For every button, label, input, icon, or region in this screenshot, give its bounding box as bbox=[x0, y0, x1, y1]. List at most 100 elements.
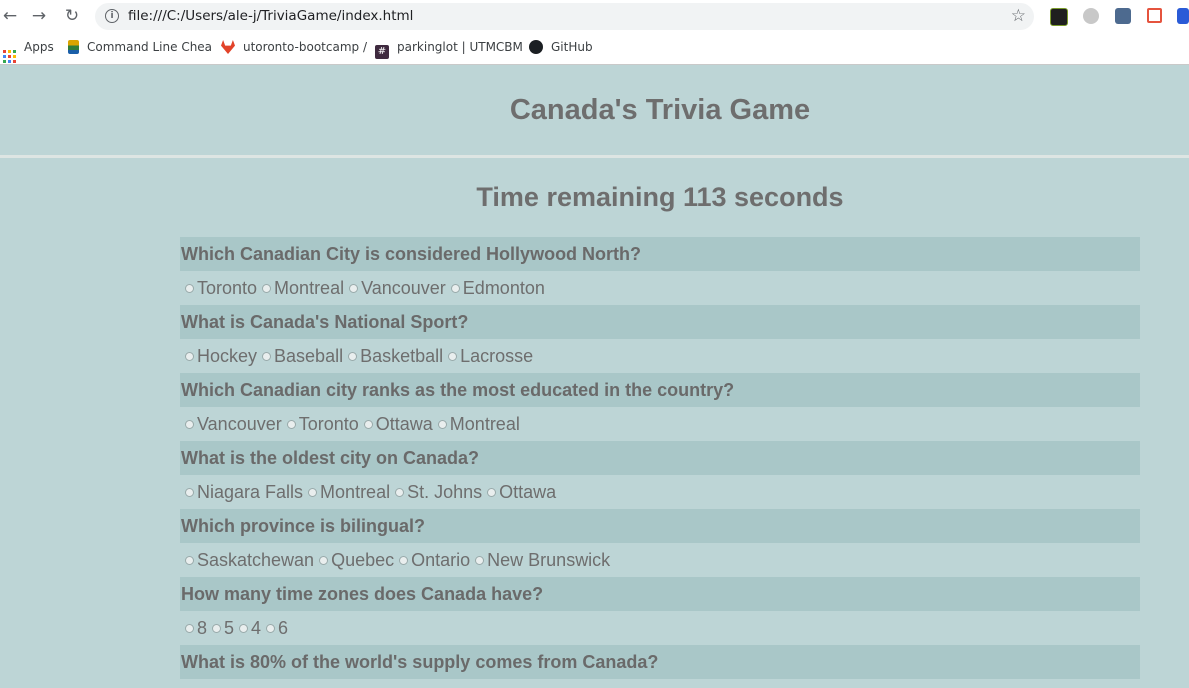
radio-button[interactable] bbox=[262, 284, 272, 293]
answer-option[interactable]: 8 bbox=[185, 611, 207, 645]
radio-button[interactable] bbox=[487, 488, 497, 497]
answer-option[interactable]: New Brunswick bbox=[475, 543, 610, 577]
page-header: Canada's Trivia Game bbox=[0, 66, 1189, 158]
answer-option[interactable]: Quebec bbox=[319, 543, 394, 577]
forward-arrow-icon[interactable]: → bbox=[29, 6, 49, 26]
address-bar[interactable]: i file:///C:/Users/ale-j/TriviaGame/inde… bbox=[95, 3, 1034, 30]
bookmark-parkinglot[interactable]: # parkinglot | UTMCBM bbox=[375, 40, 523, 59]
bookmark-apps[interactable]: Apps bbox=[3, 40, 54, 63]
question-text: Which Canadian City is considered Hollyw… bbox=[180, 237, 1140, 271]
answer-label: Vancouver bbox=[361, 278, 446, 298]
extension-gray-icon[interactable] bbox=[1083, 8, 1099, 24]
back-arrow-icon[interactable]: ← bbox=[0, 6, 20, 26]
extension-puzzle-icon[interactable] bbox=[1115, 8, 1131, 24]
radio-button[interactable] bbox=[185, 352, 194, 361]
radio-button[interactable] bbox=[212, 624, 222, 633]
answer-label: Basketball bbox=[360, 346, 444, 366]
command-line-icon bbox=[68, 40, 79, 54]
bookmark-gitlab[interactable]: utoronto-bootcamp / bbox=[221, 40, 367, 56]
answer-label: Vancouver bbox=[197, 414, 282, 434]
radio-button[interactable] bbox=[262, 352, 272, 361]
question-text: What is 80% of the world's supply comes … bbox=[180, 645, 1140, 679]
question-text: Which Canadian city ranks as the most ed… bbox=[180, 373, 1140, 407]
answer-option[interactable]: Ottawa bbox=[363, 407, 433, 441]
radio-button[interactable] bbox=[185, 284, 194, 293]
question-text: How many time zones does Canada have? bbox=[180, 577, 1140, 611]
radio-button[interactable] bbox=[239, 624, 249, 633]
answer-options: Toronto Montreal Vancouver Edmonton bbox=[180, 271, 1140, 305]
gitlab-icon bbox=[221, 40, 235, 54]
answer-label: Montreal bbox=[274, 278, 345, 298]
answer-option[interactable]: Hockey bbox=[185, 339, 257, 373]
answer-label: Baseball bbox=[274, 346, 344, 366]
answer-label: Montreal bbox=[320, 482, 391, 502]
info-icon[interactable]: i bbox=[105, 9, 119, 23]
bookmark-command-line[interactable]: Command Line Chea bbox=[68, 40, 212, 56]
bookmarks-bar: Apps Command Line Chea utoronto-bootcamp… bbox=[0, 33, 1189, 65]
answer-option[interactable]: Vancouver bbox=[185, 407, 282, 441]
answer-option[interactable]: Baseball bbox=[262, 339, 343, 373]
radio-button[interactable] bbox=[266, 624, 276, 633]
answer-label: 8 bbox=[197, 618, 208, 638]
radio-button[interactable] bbox=[363, 420, 373, 429]
answer-option[interactable]: Montreal bbox=[262, 271, 344, 305]
bookmark-label: Apps bbox=[24, 40, 54, 54]
answer-label: Ottawa bbox=[499, 482, 557, 502]
answer-option[interactable]: 4 bbox=[239, 611, 261, 645]
question-text: Which province is bilingual? bbox=[180, 509, 1140, 543]
answer-label: Toronto bbox=[197, 278, 258, 298]
radio-button[interactable] bbox=[308, 488, 318, 497]
answer-option[interactable]: Vancouver bbox=[349, 271, 446, 305]
answer-option[interactable]: Niagara Falls bbox=[185, 475, 303, 509]
answer-option[interactable]: 5 bbox=[212, 611, 234, 645]
answer-option[interactable]: Montreal bbox=[308, 475, 390, 509]
radio-button[interactable] bbox=[319, 556, 329, 565]
radio-button[interactable] bbox=[437, 420, 447, 429]
answer-label: Niagara Falls bbox=[197, 482, 304, 502]
bookmark-label: utoronto-bootcamp / bbox=[243, 40, 367, 54]
extension-blue-icon[interactable] bbox=[1177, 8, 1189, 24]
answer-label: Hockey bbox=[197, 346, 258, 366]
radio-button[interactable] bbox=[185, 624, 194, 633]
answer-label: Toronto bbox=[298, 414, 359, 434]
answer-option[interactable]: Saskatchewan bbox=[185, 543, 314, 577]
reload-icon[interactable]: ↻ bbox=[62, 6, 82, 26]
radio-button[interactable] bbox=[448, 352, 458, 361]
answer-option[interactable]: 6 bbox=[266, 611, 288, 645]
radio-button[interactable] bbox=[399, 556, 409, 565]
radio-button[interactable] bbox=[349, 284, 359, 293]
answer-option[interactable]: St. Johns bbox=[395, 475, 482, 509]
answer-option[interactable]: Montreal bbox=[437, 407, 520, 441]
radio-button[interactable] bbox=[348, 352, 358, 361]
answer-option[interactable]: Toronto bbox=[286, 407, 359, 441]
answer-option[interactable]: Lacrosse bbox=[448, 339, 533, 373]
question-text: What is Canada's National Sport? bbox=[180, 305, 1140, 339]
answer-option[interactable]: Ontario bbox=[399, 543, 470, 577]
radio-button[interactable] bbox=[395, 488, 405, 497]
radio-button[interactable] bbox=[185, 488, 194, 497]
answer-option[interactable]: Toronto bbox=[185, 271, 257, 305]
answer-option[interactable]: Basketball bbox=[348, 339, 443, 373]
bookmark-star-icon[interactable]: ☆ bbox=[1011, 6, 1026, 26]
answer-options: 8546 bbox=[180, 611, 1140, 645]
bookmark-label: parkinglot | UTMCBM bbox=[397, 40, 523, 54]
radio-button[interactable] bbox=[286, 420, 296, 429]
extension-target-icon[interactable] bbox=[1050, 8, 1068, 26]
answer-options: Niagara Falls Montreal St. Johns Ottawa bbox=[180, 475, 1140, 509]
page-title: Canada's Trivia Game bbox=[509, 94, 811, 126]
browser-toolbar: ← → ↻ i file:///C:/Users/ale-j/TriviaGam… bbox=[0, 0, 1189, 33]
extension-red-icon[interactable] bbox=[1147, 8, 1162, 23]
answer-label: Edmonton bbox=[462, 278, 545, 298]
answer-options: Saskatchewan Quebec Ontario New Brunswick bbox=[180, 543, 1140, 577]
radio-button[interactable] bbox=[185, 420, 194, 429]
url-text[interactable]: file:///C:/Users/ale-j/TriviaGame/index.… bbox=[128, 8, 413, 24]
radio-button[interactable] bbox=[185, 556, 194, 565]
radio-button[interactable] bbox=[475, 556, 485, 565]
radio-button[interactable] bbox=[450, 284, 460, 293]
answer-label: Ottawa bbox=[375, 414, 433, 434]
bookmark-github[interactable]: GitHub bbox=[529, 40, 593, 56]
bookmark-label: Command Line Chea bbox=[87, 40, 213, 54]
apps-grid-icon bbox=[3, 50, 16, 63]
answer-option[interactable]: Edmonton bbox=[450, 271, 545, 305]
answer-option[interactable]: Ottawa bbox=[487, 475, 556, 509]
